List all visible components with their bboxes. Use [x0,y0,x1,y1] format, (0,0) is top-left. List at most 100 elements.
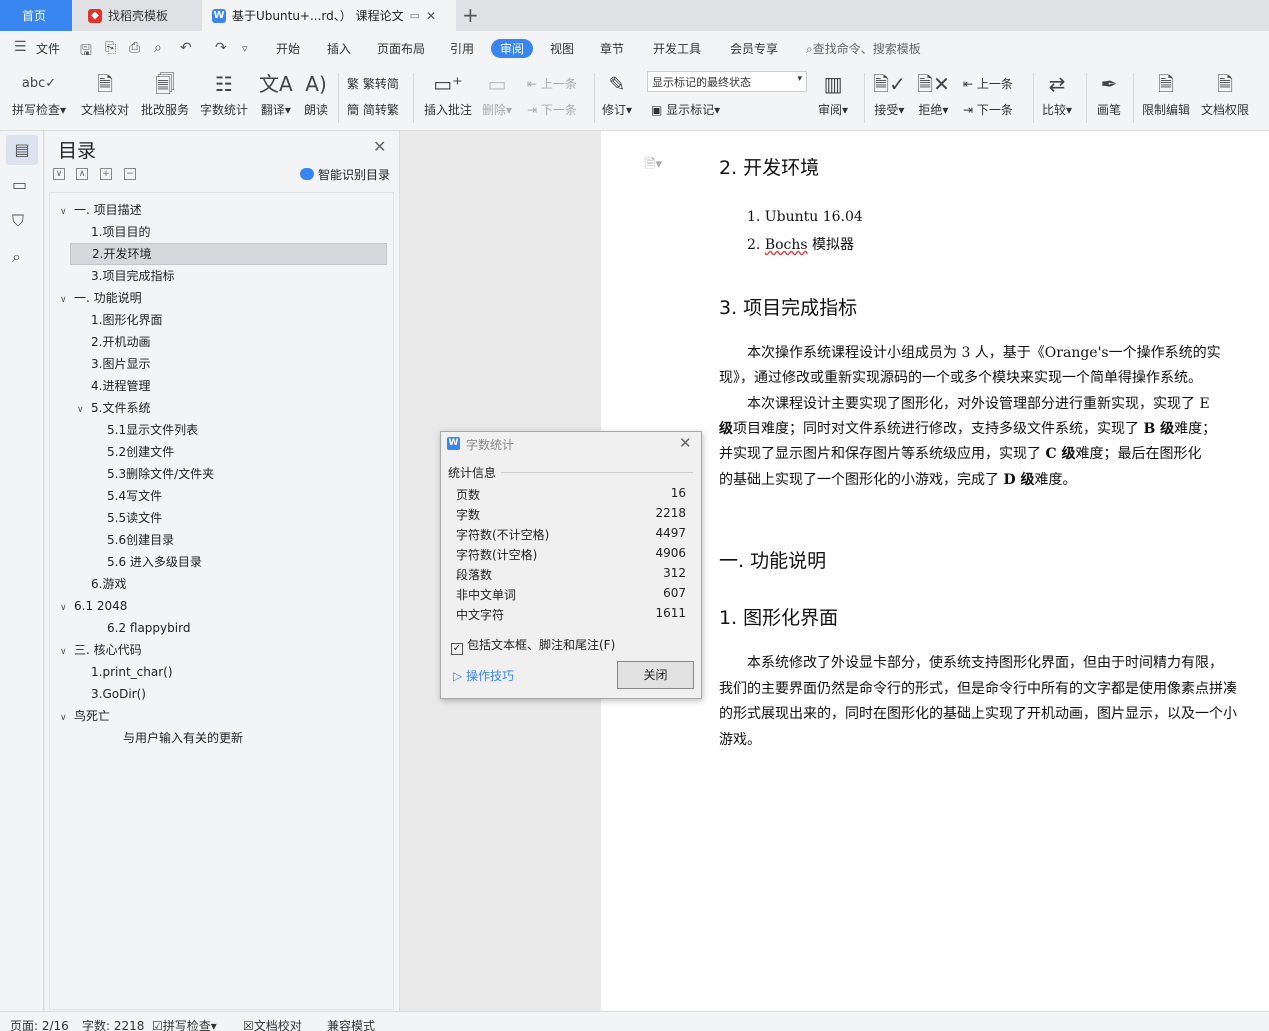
next-change-button[interactable]: ⇥ 下一条 [963,101,1013,118]
export-pdf-icon[interactable]: ⎘ [105,40,116,56]
print-preview-icon[interactable]: ⌕ [154,40,162,56]
paragraph-menu-icon[interactable]: 🗎▾ [645,155,662,177]
menu-chapter[interactable]: 章节 [600,40,624,57]
collapse-all-icon[interactable]: ∨ [53,168,65,180]
toc-item[interactable]: 5.2创建文件 [107,441,174,463]
translate-button[interactable]: 文A 翻译▾ [259,71,293,118]
toc-icon[interactable]: ▤ [6,135,38,165]
close-dialog-button[interactable]: 关闭 [617,661,694,689]
menu-member[interactable]: 会员专享 [730,40,778,57]
toc-item[interactable]: 5.1显示文件列表 [107,419,198,441]
close-icon[interactable]: ✕ [426,9,436,23]
show-markup-button[interactable]: ▣ 显示标记▾ [651,101,720,118]
toc-item[interactable]: 3.图片显示 [91,353,150,375]
dialog-title-bar[interactable]: W 字数统计 ✕ [441,432,701,456]
toc-item[interactable]: 3.项目完成指标 [91,265,174,287]
toc-item[interactable]: 1.项目目的 [91,221,150,243]
toc-item[interactable]: ∨ 6.1 2048 [60,595,127,617]
toc-item[interactable]: 5.6创建目录 [107,529,174,551]
word-count-icon: ☷ [215,72,233,96]
menu-references[interactable]: 引用 [450,40,474,57]
toc-item[interactable]: ∨ 鸟死亡 [60,705,110,727]
word-count-button[interactable]: ☷ 字数统计 [200,71,248,118]
spellcheck-status[interactable]: ☑拼写检查▾ [152,1017,217,1031]
word-count-indicator[interactable]: 字数: 2218 [82,1017,144,1031]
remove-heading-icon[interactable]: − [124,168,136,180]
monitor-icon[interactable]: ▭ [410,9,420,22]
toc-item[interactable]: ∨ 5.文件系统 [77,397,150,419]
ribbon-separator [413,73,414,123]
toc-item[interactable]: ∨ 三. 核心代码 [60,639,142,661]
toc-item[interactable]: 6.游戏 [91,573,126,595]
toc-item[interactable]: ∨ 一. 功能说明 [60,287,142,309]
close-icon[interactable]: ✕ [679,434,692,452]
hamburger-icon[interactable]: ☰ [14,39,27,55]
reject-button[interactable]: 🗎✕ 拒绝▾ [917,71,950,118]
menu-view[interactable]: 视图 [550,40,574,57]
menu-file[interactable]: 文件 [36,40,60,57]
checkbox-icon: ☑ [152,1019,163,1031]
toc-item[interactable]: 1.print_char() [91,661,173,683]
spellcheck-button[interactable]: abc✓ 拼写检查▾ [12,71,66,118]
toc-item[interactable]: 2.开机动画 [91,331,150,353]
toc-item[interactable]: ∨ 一. 项目描述 [60,199,142,221]
accept-button[interactable]: 🗎✓ 接受▾ [873,71,906,118]
command-search[interactable]: ⌕查找命令、搜索模板 [806,40,921,57]
undo-icon[interactable]: ↶ [180,40,192,56]
read-aloud-button[interactable]: A) 朗读 [304,71,328,118]
add-tab-icon[interactable]: + [462,3,479,27]
paragraph-line: 本次操作系统课程设计小组成员为 3 人，基于《Orange's一个操作系统的实 [747,345,1221,361]
menu-home[interactable]: 开始 [276,40,300,57]
toc-item[interactable]: 1.图形化界面 [91,309,162,331]
toc-item[interactable]: 5.5读文件 [107,507,162,529]
track-changes-button[interactable]: ✎ 修订▾ [602,71,632,118]
next-comment-button[interactable]: ⇥ 下一条 [527,101,577,118]
prev-comment-button[interactable]: ⇤ 上一条 [527,75,577,92]
doc-check-status[interactable]: ☒文档校对 [243,1017,302,1031]
menu-review[interactable]: 审阅 [491,39,534,58]
simp-to-trad-button[interactable]: 簡 简转繁 [347,101,399,118]
expand-all-icon[interactable]: ∧ [76,168,88,180]
include-textbox-checkbox[interactable]: ✓ 包括文本框、脚注和尾注(F) [451,636,615,655]
ink-button[interactable]: ✒ 画笔 [1097,71,1121,118]
menu-insert[interactable]: 插入 [327,40,351,57]
restrict-edit-button[interactable]: 🗎 限制编辑 [1142,71,1190,118]
chapter-nav-icon[interactable]: ▭ [12,175,27,194]
save-icon[interactable]: 🖫 [80,40,92,64]
compare-button[interactable]: ⇄ 比较▾ [1042,71,1072,118]
add-heading-icon[interactable]: + [100,168,112,180]
toc-item[interactable]: 4.进程管理 [91,375,150,397]
menu-page-layout[interactable]: 页面布局 [377,40,425,57]
close-icon[interactable]: ✕ [373,137,386,156]
prev-change-button[interactable]: ⇤ 上一条 [963,75,1013,92]
tab-templates[interactable]: ◆ 找稻壳模板 [74,0,200,31]
toc-item[interactable]: 5.3删除文件/文件夹 [107,463,214,485]
delete-comment-button[interactable]: ▭ 删除▾ [482,71,512,118]
customize-quick-access-icon[interactable]: ▿ [242,42,248,55]
review-pane-button[interactable]: ▥ 审阅▾ [818,71,848,118]
toc-item[interactable]: 5.6 进入多级目录 [107,551,202,573]
toc-item-label: 2.开发环境 [92,247,152,261]
tips-link[interactable]: ▷ 操作技巧 [453,667,514,684]
bookmark-icon[interactable]: ⛉ [12,211,24,231]
tab-home[interactable]: 首页 [0,0,72,31]
search-icon[interactable]: ⌕ [12,247,21,267]
toc-item[interactable]: 6.2 flappybird [107,617,190,639]
smart-toc-button[interactable]: 智能识别目录 [300,166,390,183]
insert-comment-button[interactable]: ▭⁺ 插入批注 [424,71,472,118]
doc-permission-button[interactable]: 🗎 文档权限 [1201,71,1249,118]
toc-item[interactable]: 3.GoDir() [91,683,146,705]
trad-to-simp-button[interactable]: 繁 繁转简 [347,75,399,92]
toc-item[interactable]: 5.4写文件 [107,485,162,507]
markup-display-select[interactable]: 显示标记的最终状态 ▾ [647,71,807,92]
review-service-button[interactable]: 🗐 批改服务 [141,71,189,118]
page-indicator[interactable]: 页面: 2/16 [10,1017,69,1031]
menu-developer[interactable]: 开发工具 [653,40,701,57]
tab-document[interactable]: W 基于Ubuntu+...rd、） 课程论文 ▭ ✕ [202,0,456,31]
redo-icon[interactable]: ↷ [215,40,227,56]
paragraph-text: 的基础上实现了一个图形化的小游戏，完成了 [719,472,1004,488]
doc-check-button[interactable]: 🗎 文档校对 [81,71,129,118]
toc-item-selected[interactable]: 2.开发环境 [70,243,387,265]
toc-item[interactable]: 与用户输入有关的更新 [123,727,243,749]
print-icon[interactable]: ⎙ [129,40,140,56]
